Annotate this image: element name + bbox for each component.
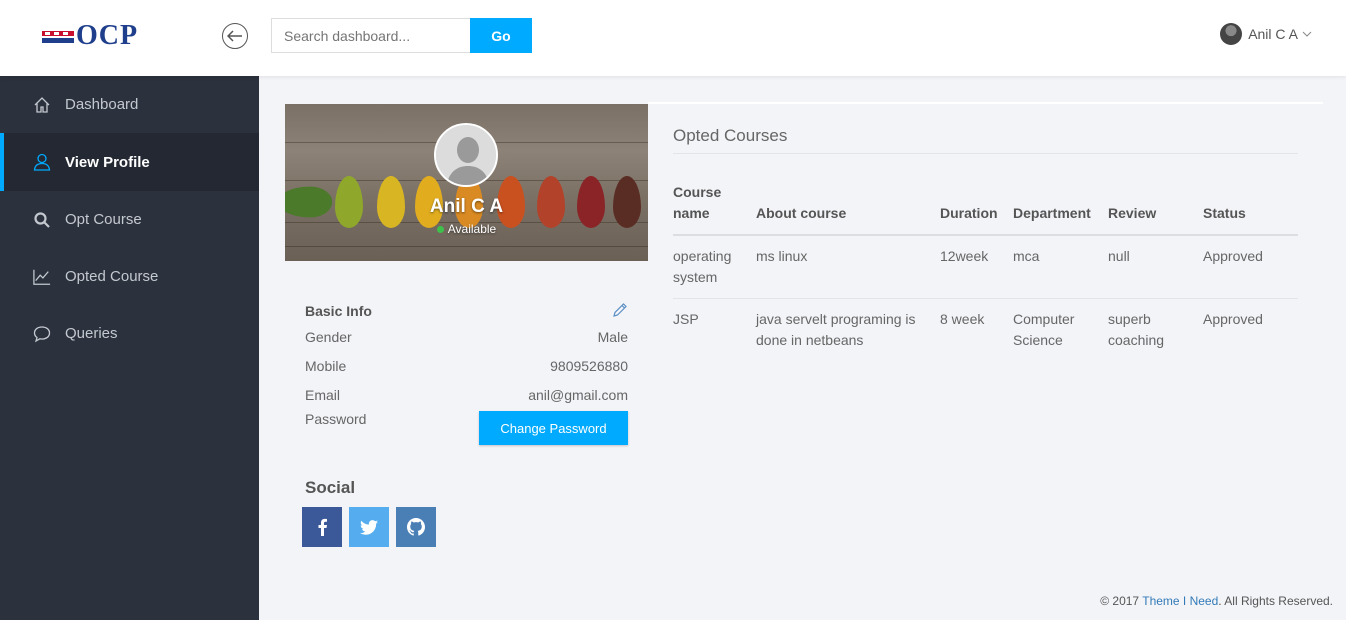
table-cell: Approved — [1203, 235, 1298, 299]
info-row-mobile: Mobile 9809526880 — [305, 351, 628, 380]
table-cell: superb coaching — [1108, 311, 1165, 348]
search-go-button[interactable]: Go — [470, 18, 532, 53]
table-cell: 8 week — [940, 311, 985, 327]
footer: © 2017 Theme I Need. All Rights Reserved… — [1100, 594, 1333, 608]
main-content: Anil C A Available Basic Info Gender Mal… — [259, 76, 1346, 620]
opted-courses-panel: Opted Courses Course name About course D… — [648, 102, 1323, 492]
profile-name: Anil C A — [429, 196, 504, 217]
footer-copyright: © 2017 — [1100, 594, 1143, 608]
sidebar-item-label: Queries — [65, 325, 118, 342]
twitter-button[interactable] — [349, 507, 389, 547]
chevron-down-icon — [1302, 29, 1312, 40]
info-label: Email — [305, 386, 341, 403]
profile-cover: Anil C A Available — [285, 104, 648, 261]
column-header: Duration — [940, 182, 1013, 236]
github-button[interactable] — [396, 507, 436, 547]
table-cell: null — [1108, 235, 1203, 299]
back-button[interactable] — [222, 23, 248, 49]
info-label: Gender — [305, 328, 352, 345]
sidebar: Dashboard View Profile Opt Course Opted … — [0, 76, 259, 620]
status-text: Available — [447, 222, 497, 236]
basic-info-title: Basic Info — [305, 303, 372, 319]
user-avatar — [1220, 23, 1243, 45]
profile-avatar — [434, 123, 498, 187]
info-label: Mobile — [305, 357, 347, 374]
info-row-email: Email anil@gmail.com — [305, 380, 628, 409]
courses-table: Course name About course Duration Depart… — [673, 182, 1298, 361]
sidebar-item-label: Opt Course — [65, 211, 142, 228]
sidebar-item-opted-course[interactable]: Opted Course — [0, 248, 259, 305]
basic-info-section: Basic Info Gender Male Mobile 9809526880… — [305, 300, 628, 449]
info-value: Male — [597, 328, 628, 345]
column-header: Department — [1013, 182, 1108, 236]
info-value: anil@gmail.com — [528, 386, 628, 403]
facebook-button[interactable] — [302, 507, 342, 547]
footer-theme-link[interactable]: Theme I Need — [1142, 594, 1218, 608]
logo-text: OCP — [76, 20, 139, 51]
user-icon — [33, 153, 51, 171]
sidebar-item-label: View Profile — [65, 153, 150, 171]
table-cell: ms linux — [756, 235, 940, 299]
change-password-button[interactable]: Change Password — [479, 411, 628, 445]
table-row: JSP java servelt programing is done in n… — [673, 299, 1298, 362]
profile-status: Available — [285, 222, 648, 236]
info-label: Password — [305, 411, 367, 427]
sidebar-item-label: Dashboard — [65, 96, 139, 113]
table-row: operating system ms linux 12week mca nul… — [673, 235, 1298, 299]
divider — [673, 153, 1298, 154]
online-status-dot — [436, 226, 444, 234]
info-row-password: Password Change Password — [305, 409, 628, 449]
sidebar-item-view-profile[interactable]: View Profile — [0, 133, 259, 191]
table-cell: java servelt programing is done in netbe… — [756, 311, 916, 348]
arrow-left-icon — [227, 30, 242, 42]
search-icon — [33, 211, 51, 229]
sidebar-item-label: Opted Course — [65, 268, 159, 285]
github-icon — [407, 518, 425, 536]
table-cell: mca — [1013, 235, 1108, 299]
sidebar-item-opt-course[interactable]: Opt Course — [0, 191, 259, 248]
table-cell: JSP — [673, 311, 699, 327]
table-header-row: Course name About course Duration Depart… — [673, 182, 1298, 236]
home-icon — [33, 96, 51, 114]
info-value: 9809526880 — [550, 357, 628, 374]
sidebar-item-dashboard[interactable]: Dashboard — [0, 76, 259, 133]
column-header: Course name — [673, 182, 756, 236]
line-chart-icon — [33, 268, 51, 286]
user-menu[interactable]: Anil C A — [1220, 23, 1312, 45]
sidebar-item-queries[interactable]: Queries — [0, 305, 259, 362]
default-user-icon — [436, 125, 496, 185]
ocp-logo[interactable]: OCP — [42, 20, 139, 51]
chat-bubble-icon — [33, 325, 51, 343]
facebook-icon — [318, 518, 327, 536]
column-header: About course — [756, 182, 940, 236]
info-row-gender: Gender Male — [305, 322, 628, 351]
logo-flag-icon — [42, 30, 74, 43]
top-header: OCP Go Anil C A — [0, 0, 1346, 76]
footer-rights: . All Rights Reserved. — [1218, 594, 1333, 608]
edit-pencil-icon[interactable] — [612, 302, 628, 321]
column-header: Review — [1108, 182, 1203, 236]
search-input[interactable] — [271, 18, 471, 53]
column-header: Status — [1203, 182, 1298, 236]
table-cell: Approved — [1203, 311, 1263, 327]
twitter-icon — [360, 519, 378, 535]
user-name: Anil C A — [1248, 26, 1298, 42]
table-cell: Computer Science — [1013, 311, 1075, 348]
opted-courses-title: Opted Courses — [673, 126, 788, 145]
table-cell: 12week — [940, 235, 1013, 299]
table-cell: operating system — [673, 235, 756, 299]
social-title: Social — [305, 478, 356, 497]
